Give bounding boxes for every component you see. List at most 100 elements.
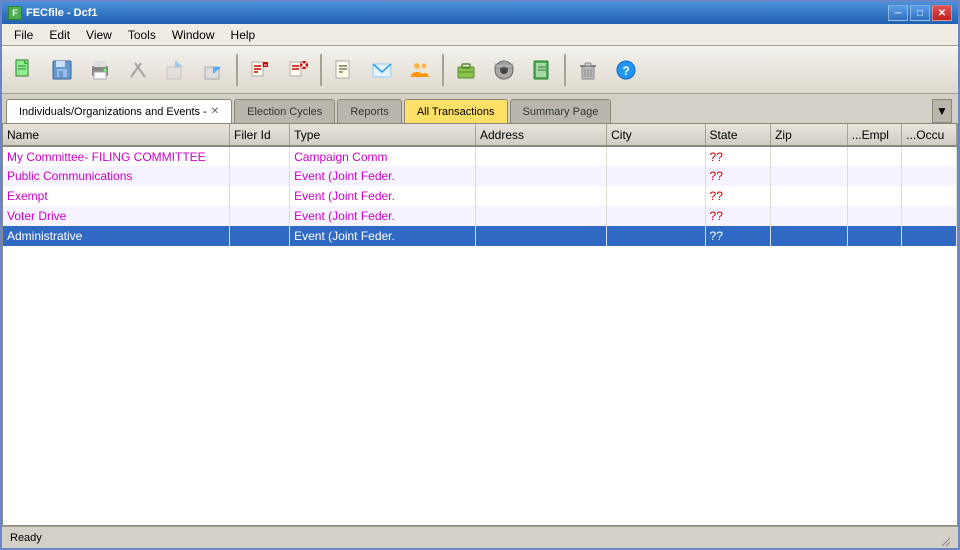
table-body: My Committee- FILING COMMITTEECampaign C… [3,146,957,246]
col-header-filerid: Filer Id [230,124,290,146]
toolbar-sep-3 [442,54,444,86]
tab-content: Name Filer Id Type Address City State Zi… [2,124,958,526]
new-button[interactable] [6,51,42,89]
cell-occu [902,206,957,226]
cell-filerid [230,226,290,246]
menu-view[interactable]: View [78,26,120,44]
tab-transactions-label: All Transactions [417,106,495,118]
tab-transactions[interactable]: All Transactions [404,99,508,123]
tab-election-label: Election Cycles [247,106,322,118]
cell-city [607,206,705,226]
disk-button[interactable] [486,51,522,89]
data-table: Name Filer Id Type Address City State Zi… [3,124,957,246]
cell-city [607,146,705,166]
trash-button[interactable] [570,51,606,89]
menu-bar: File Edit View Tools Window Help [2,24,958,46]
print-button[interactable] [82,51,118,89]
delete-button[interactable] [280,51,316,89]
cell-city [607,226,705,246]
cell-name: Public Communications [3,166,230,186]
tab-dropdown[interactable]: ▼ [932,99,954,123]
cell-name: Exempt [3,186,230,206]
cell-address [475,146,606,166]
cell-occu [902,146,957,166]
tab-summary[interactable]: Summary Page [510,99,612,123]
cell-zip [771,206,848,226]
cell-address [475,206,606,226]
cell-state: ?? [705,206,771,226]
briefcase-button[interactable] [448,51,484,89]
cell-name: Administrative [3,226,230,246]
menu-tools[interactable]: Tools [120,26,164,44]
cell-empl [847,146,902,166]
status-text: Ready [10,532,42,544]
cell-filerid [230,166,290,186]
col-header-empl: ...Empl [847,124,902,146]
col-header-state: State [705,124,771,146]
cell-address [475,186,606,206]
menu-window[interactable]: Window [164,26,223,44]
col-header-name: Name [3,124,230,146]
svg-text:?: ? [622,64,629,78]
menu-edit[interactable]: Edit [41,26,78,44]
book-button[interactable] [524,51,560,89]
app-window: F FECfile - Dcf1 ─ □ ✕ File Edit View To… [0,0,960,550]
edit-doc-button[interactable] [242,51,278,89]
import-button[interactable] [196,51,232,89]
save-button[interactable] [44,51,80,89]
cell-state: ?? [705,226,771,246]
table-row[interactable]: AdministrativeEvent (Joint Feder.?? [3,226,957,246]
tab-individuals-close[interactable]: ✕ [211,106,219,117]
maximize-button[interactable]: □ [910,5,930,21]
cell-filerid [230,146,290,166]
tab-summary-label: Summary Page [523,106,599,118]
cell-occu [902,226,957,246]
col-header-city: City [607,124,705,146]
col-header-type: Type [290,124,476,146]
cut-button[interactable] [120,51,156,89]
col-header-zip: Zip [771,124,848,146]
toolbar-sep-4 [564,54,566,86]
cell-empl [847,166,902,186]
cell-address [475,226,606,246]
persons-button[interactable] [402,51,438,89]
cell-empl [847,186,902,206]
table-row[interactable]: Exempt Event (Joint Feder.?? [3,186,957,206]
tab-individuals-label: Individuals/Organizations and Events - [19,106,207,118]
window-title: FECfile - Dcf1 [26,7,98,19]
cell-state: ?? [705,166,771,186]
close-button[interactable]: ✕ [932,5,952,21]
table-row[interactable]: Voter DriveEvent (Joint Feder.?? [3,206,957,226]
help-button[interactable]: ? [608,51,644,89]
status-bar: Ready [2,526,958,548]
cell-occu [902,166,957,186]
mail-button[interactable] [364,51,400,89]
tab-reports[interactable]: Reports [337,99,402,123]
cell-type: Event (Joint Feder. [290,186,476,206]
col-header-occu: ...Occu [902,124,957,146]
cell-zip [771,226,848,246]
cell-address [475,166,606,186]
col-header-address: Address [475,124,606,146]
cell-type: Campaign Comm [290,146,476,166]
table-row[interactable]: Public CommunicationsEvent (Joint Feder.… [3,166,957,186]
cell-state: ?? [705,146,771,166]
tab-individuals[interactable]: Individuals/Organizations and Events - ✕ [6,99,232,123]
cell-city [607,186,705,206]
cell-state: ?? [705,186,771,206]
cell-zip [771,186,848,206]
title-bar: F FECfile - Dcf1 ─ □ ✕ [2,2,958,24]
content-area: Individuals/Organizations and Events - ✕… [2,94,958,526]
export-button[interactable] [158,51,194,89]
cell-empl [847,226,902,246]
menu-help[interactable]: Help [223,26,264,44]
tab-election[interactable]: Election Cycles [234,99,335,123]
cell-city [607,166,705,186]
menu-file[interactable]: File [6,26,41,44]
tab-bar: Individuals/Organizations and Events - ✕… [2,94,958,124]
report-doc-button[interactable] [326,51,362,89]
minimize-button[interactable]: ─ [888,5,908,21]
table-row[interactable]: My Committee- FILING COMMITTEECampaign C… [3,146,957,166]
tab-reports-label: Reports [350,106,389,118]
resize-grip[interactable] [934,530,950,546]
